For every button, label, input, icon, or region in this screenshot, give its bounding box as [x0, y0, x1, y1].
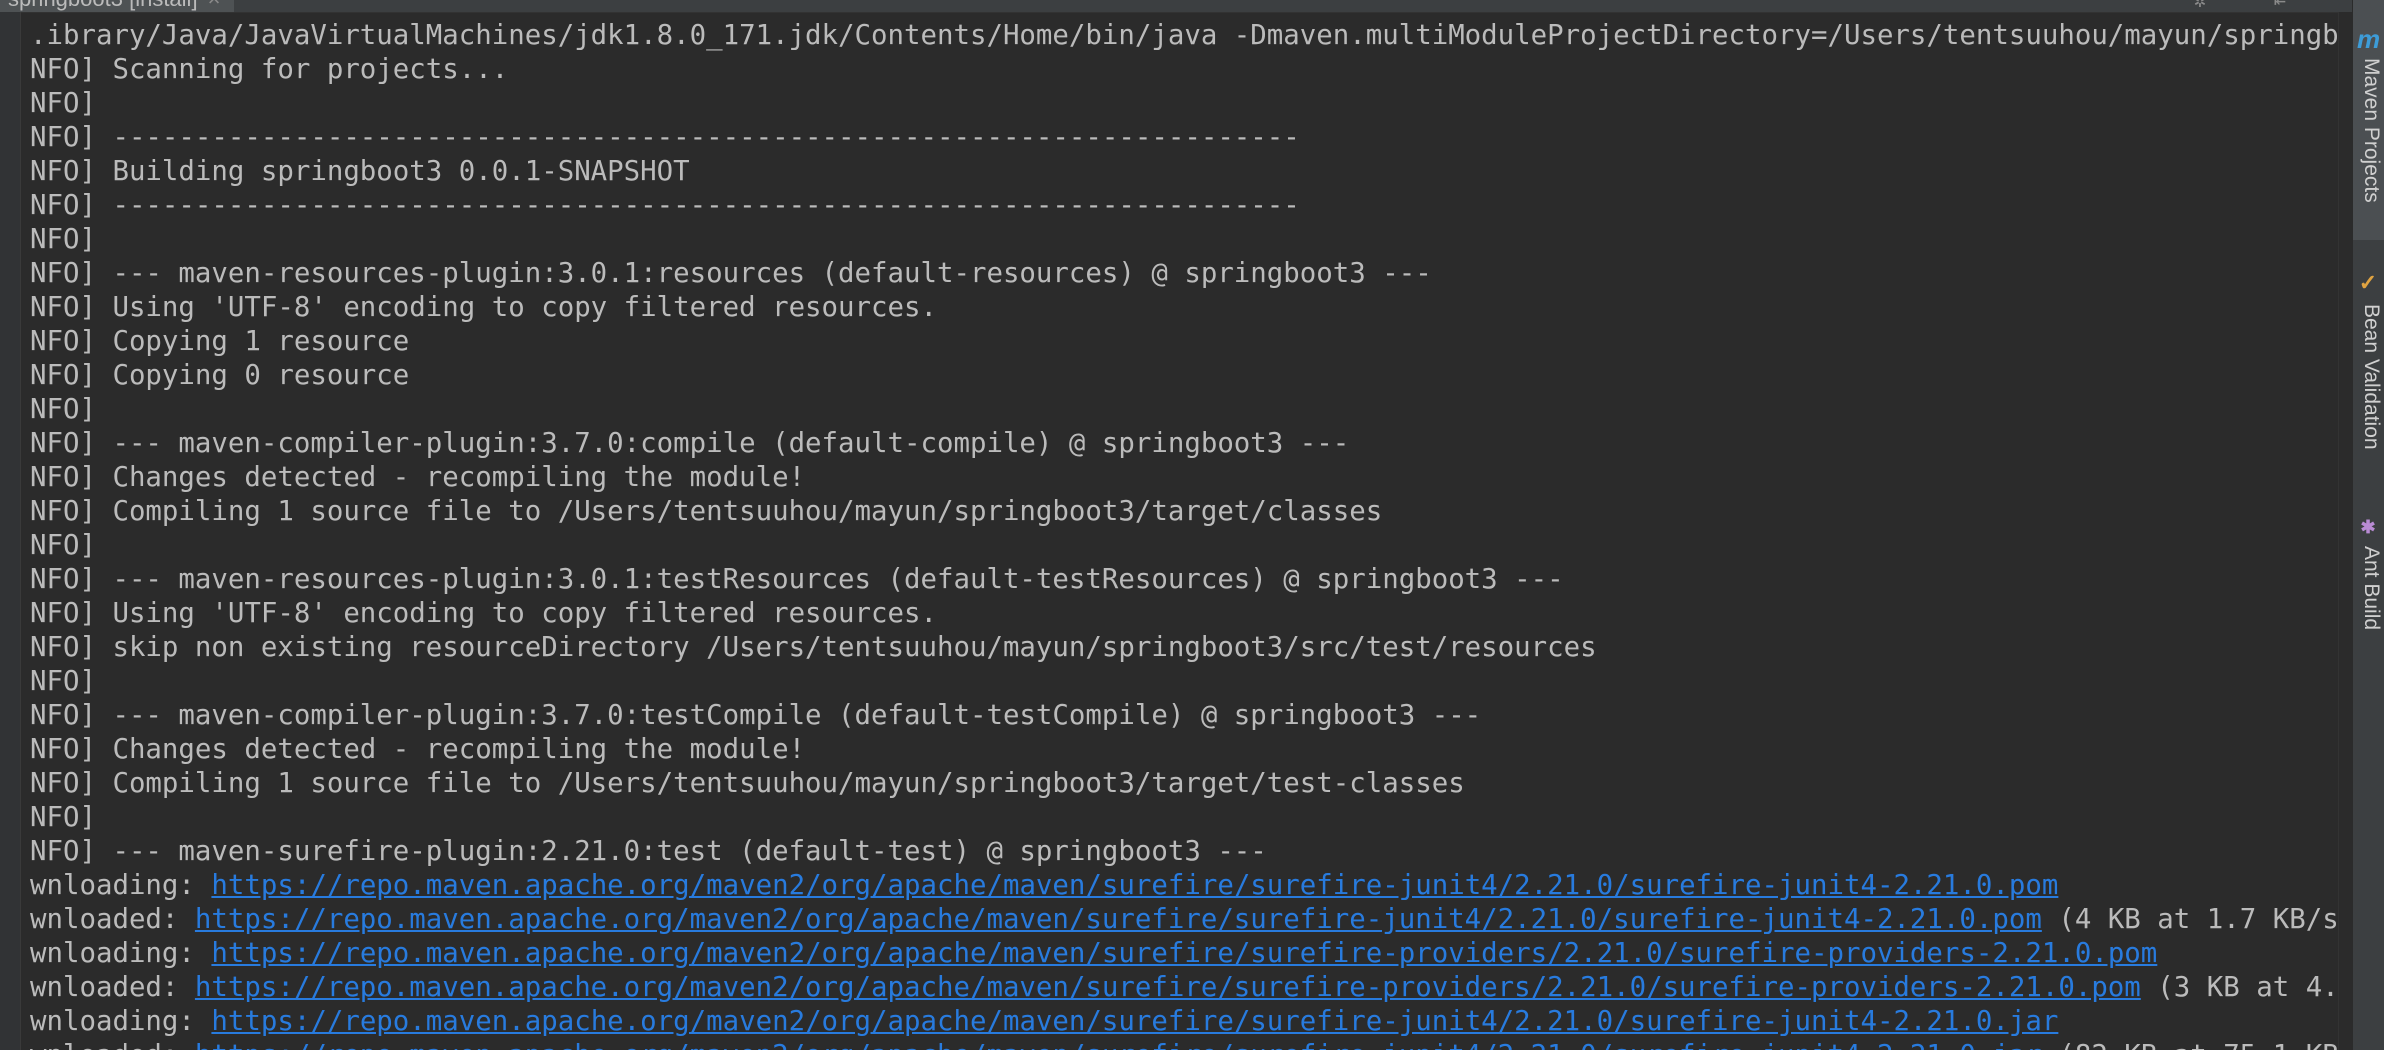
tool-tab-label: Bean Validation: [2360, 304, 2383, 450]
console-line: NFO]: [30, 88, 96, 119]
console-line: NFO] --- maven-resources-plugin:3.0.1:te…: [30, 564, 1564, 595]
console-line: NFO] Changes detected - recompiling the …: [30, 734, 806, 765]
tool-tab-ant-build[interactable]: ✱ Ant Build: [2353, 506, 2384, 666]
maven-icon: m: [2357, 24, 2381, 54]
download-status: wnloaded:: [30, 972, 195, 1003]
tab-strip-tools[interactable]: ✲ ⇤: [2194, 0, 2314, 12]
console-output[interactable]: .ibrary/Java/JavaVirtualMachines/jdk1.8.…: [20, 12, 2356, 1050]
console-line: NFO] Scanning for projects...: [30, 54, 509, 85]
artifact-link[interactable]: https://repo.maven.apache.org/maven2/org…: [195, 1040, 2042, 1050]
artifact-link[interactable]: https://repo.maven.apache.org/maven2/org…: [211, 938, 2157, 969]
console-line: NFO] Building springboot3 0.0.1-SNAPSHOT: [30, 156, 690, 187]
console-line: NFO]: [30, 530, 96, 561]
tool-tab-maven-projects[interactable]: m Maven Projects: [2353, 0, 2384, 240]
console-line: NFO] skip non existing resourceDirectory…: [30, 632, 1597, 663]
console-line: NFO] -----------------------------------…: [30, 122, 1300, 153]
tool-tab-label: Ant Build: [2360, 546, 2383, 631]
right-tool-window-bar: m Maven Projects ✓ Bean Validation ✱ Ant…: [2352, 0, 2384, 1050]
download-status: wnloaded:: [30, 904, 195, 935]
console-scrollbar[interactable]: [2338, 12, 2353, 1050]
artifact-link[interactable]: https://repo.maven.apache.org/maven2/org…: [195, 972, 2141, 1003]
download-stats: (3 KB at 4.0 KB/: [2157, 972, 2356, 1003]
bean-validation-icon: ✓: [2358, 270, 2378, 295]
run-tab-label: springboot3 [install]: [8, 0, 198, 11]
artifact-link[interactable]: https://repo.maven.apache.org/maven2/org…: [211, 1006, 2058, 1037]
console-line: wnloading: https://repo.maven.apache.org…: [30, 869, 2356, 903]
left-tool-gutter: [0, 12, 21, 1050]
run-tab[interactable]: springboot3 [install] ×: [0, 0, 235, 12]
console-line: NFO] Copying 0 resource: [30, 360, 410, 391]
console-line: wnloading: https://repo.maven.apache.org…: [30, 937, 2356, 971]
console-line: wnloading: https://repo.maven.apache.org…: [30, 1005, 2356, 1039]
tool-tab-label: Maven Projects: [2360, 58, 2383, 203]
console-line: NFO]: [30, 394, 96, 425]
console-line: NFO] --- maven-compiler-plugin:3.7.0:tes…: [30, 700, 1482, 731]
artifact-link[interactable]: https://repo.maven.apache.org/maven2/org…: [195, 904, 2042, 935]
ant-icon: ✱: [2360, 517, 2376, 537]
console-line: wnloaded: https://repo.maven.apache.org/…: [30, 1039, 2356, 1050]
console-line: NFO] Compiling 1 source file to /Users/t…: [30, 768, 1465, 799]
artifact-link[interactable]: https://repo.maven.apache.org/maven2/org…: [211, 870, 2058, 901]
console-line: wnloaded: https://repo.maven.apache.org/…: [30, 971, 2356, 1005]
download-status: wnloading:: [30, 1006, 212, 1037]
console-line: NFO] -----------------------------------…: [30, 190, 1300, 221]
download-stats: (82 KB at 75.1 KB/sec): [2042, 1040, 2356, 1050]
console-line: NFO] Copying 1 resource: [30, 326, 410, 357]
console-line: NFO] --- maven-compiler-plugin:3.7.0:com…: [30, 428, 1350, 459]
download-status: wnloading:: [30, 938, 212, 969]
console-line: NFO] Using 'UTF-8' encoding to copy filt…: [30, 292, 937, 323]
console-line: NFO]: [30, 802, 96, 833]
tool-tab-bean-validation[interactable]: ✓ Bean Validation: [2353, 260, 2384, 490]
close-icon[interactable]: ×: [208, 0, 221, 11]
console-lines: .ibrary/Java/JavaVirtualMachines/jdk1.8.…: [30, 19, 2356, 1050]
console-line: NFO] --- maven-surefire-plugin:2.21.0:te…: [30, 836, 1267, 867]
console-line: NFO] Using 'UTF-8' encoding to copy filt…: [30, 598, 937, 629]
download-stats: (4 KB at 1.7 KB/sec): [2041, 904, 2356, 935]
console-line: NFO] Changes detected - recompiling the …: [30, 462, 806, 493]
console-line: .ibrary/Java/JavaVirtualMachines/jdk1.8.…: [30, 20, 2356, 51]
console-line: NFO]: [30, 224, 96, 255]
console-line: NFO] Compiling 1 source file to /Users/t…: [30, 496, 1383, 527]
download-status: wnloading:: [30, 870, 212, 901]
console-line: NFO]: [30, 666, 96, 697]
console-line: NFO] --- maven-resources-plugin:3.0.1:re…: [30, 258, 1432, 289]
download-status: wnloaded:: [30, 1040, 195, 1050]
console-line: wnloaded: https://repo.maven.apache.org/…: [30, 903, 2356, 937]
